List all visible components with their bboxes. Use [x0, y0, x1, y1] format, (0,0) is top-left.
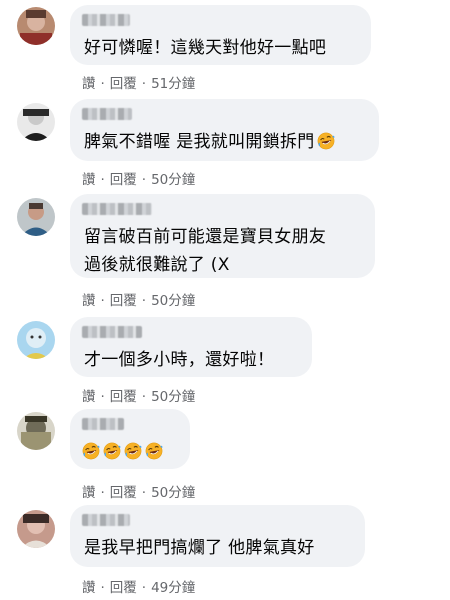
separator: ·: [100, 293, 105, 309]
comment-text: 好可憐喔！這幾天對他好一點吧: [84, 38, 327, 58]
commenter-name-redacted[interactable]: [82, 514, 130, 526]
comment-actions: 讚 · 回覆 · 50分鐘: [82, 481, 195, 501]
comment-actions: 讚 · 回覆 · 51分鐘: [82, 72, 195, 92]
comment-actions: 讚 · 回覆 · 50分鐘: [82, 289, 195, 309]
timestamp[interactable]: 50分鐘: [151, 289, 195, 309]
timestamp[interactable]: 50分鐘: [151, 168, 195, 188]
emoji-row: [82, 442, 163, 460]
comment-text-line: 過後就很難說了 (X: [84, 255, 230, 275]
comment-bubble: 才一個多小時，還好啦！: [70, 317, 312, 377]
timestamp[interactable]: 49分鐘: [151, 576, 195, 596]
separator: ·: [100, 172, 105, 188]
comment-text-line: 留言破百前可能還是寶貝女朋友: [84, 227, 327, 247]
timestamp[interactable]: 51分鐘: [151, 72, 195, 92]
comment-text: 是我早把門搞爛了 他脾氣真好: [84, 538, 315, 558]
like-link[interactable]: 讚: [82, 72, 96, 92]
comment-text: 脾氣不錯喔 是我就叫開鎖拆門: [84, 128, 335, 156]
reply-link[interactable]: 回覆: [110, 576, 137, 596]
comment-bubble: 好可憐喔！這幾天對他好一點吧: [70, 5, 371, 65]
comment-bubble: 脾氣不錯喔 是我就叫開鎖拆門: [70, 99, 379, 161]
rofl-emoji-icon: [82, 442, 100, 460]
rofl-emoji-icon: [103, 442, 121, 460]
comment-bubble: [70, 409, 190, 469]
separator: ·: [141, 580, 147, 596]
separator: ·: [141, 172, 147, 188]
separator: ·: [141, 293, 147, 309]
like-link[interactable]: 讚: [82, 289, 96, 309]
separator: ·: [100, 485, 105, 501]
reply-link[interactable]: 回覆: [110, 385, 137, 405]
commenter-name-redacted[interactable]: [82, 108, 132, 120]
separator: ·: [141, 485, 147, 501]
commenter-name-redacted[interactable]: [82, 203, 152, 215]
commenter-avatar[interactable]: [17, 321, 55, 359]
commenter-name-redacted[interactable]: [82, 418, 124, 430]
comment-text: 留言破百前可能還是寶貝女朋友 過後就很難說了 (X: [84, 223, 326, 279]
comment-actions: 讚 · 回覆 · 50分鐘: [82, 168, 195, 188]
reply-link[interactable]: 回覆: [110, 481, 137, 501]
comment-actions: 讚 · 回覆 · 49分鐘: [82, 576, 195, 596]
commenter-name-redacted[interactable]: [82, 326, 142, 338]
reply-link[interactable]: 回覆: [110, 289, 137, 309]
reply-link[interactable]: 回覆: [110, 72, 137, 92]
like-link[interactable]: 讚: [82, 385, 96, 405]
timestamp[interactable]: 50分鐘: [151, 481, 195, 501]
like-link[interactable]: 讚: [82, 481, 96, 501]
commenter-avatar[interactable]: [17, 7, 55, 45]
comment-bubble: 留言破百前可能還是寶貝女朋友 過後就很難說了 (X: [70, 194, 375, 278]
like-link[interactable]: 讚: [82, 168, 96, 188]
rofl-emoji-icon: [145, 442, 163, 460]
comment-actions: 讚 · 回覆 · 50分鐘: [82, 385, 195, 405]
commenter-name-redacted[interactable]: [82, 14, 130, 26]
rofl-emoji-icon: [317, 132, 335, 150]
separator: ·: [141, 389, 147, 405]
comment-text: 才一個多小時，還好啦！: [84, 350, 275, 370]
commenter-avatar[interactable]: [17, 510, 55, 548]
separator: ·: [141, 76, 147, 92]
separator: ·: [100, 389, 105, 405]
reply-link[interactable]: 回覆: [110, 168, 137, 188]
separator: ·: [100, 76, 105, 92]
commenter-avatar[interactable]: [17, 198, 55, 236]
commenter-avatar[interactable]: [17, 412, 55, 450]
separator: ·: [100, 580, 105, 596]
comment-text: [82, 438, 163, 466]
comment-bubble: 是我早把門搞爛了 他脾氣真好: [70, 505, 365, 567]
comment-text-content: 脾氣不錯喔 是我就叫開鎖拆門: [84, 132, 315, 152]
rofl-emoji-icon: [124, 442, 142, 460]
timestamp[interactable]: 50分鐘: [151, 385, 195, 405]
commenter-avatar[interactable]: [17, 103, 55, 141]
like-link[interactable]: 讚: [82, 576, 96, 596]
